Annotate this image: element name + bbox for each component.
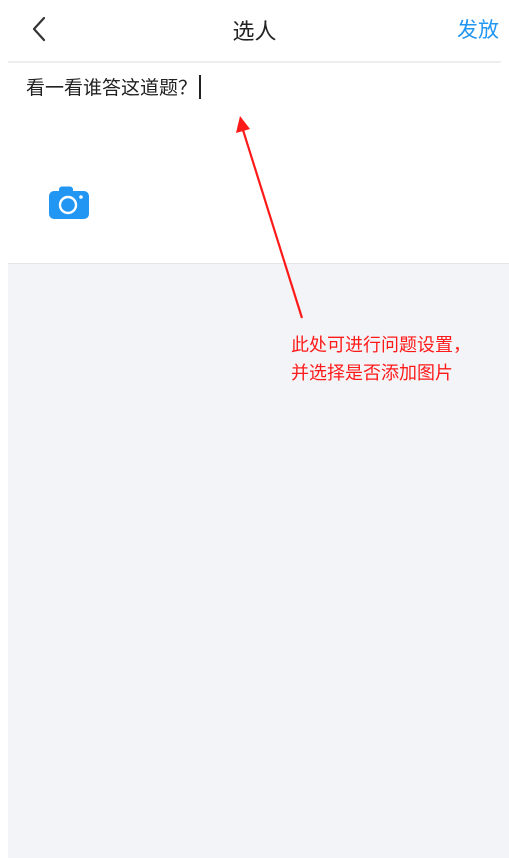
question-text: 看一看谁答这道题？ [26,77,198,99]
annotation-line-1: 此处可进行问题设置， [291,335,471,356]
camera-icon [49,186,89,219]
annotation-note: 此处可进行问题设置， 并选择是否添加图片 [291,332,471,388]
publish-button[interactable]: 发放 [457,14,499,44]
page-title: 选人 [232,20,277,45]
top-bar: 选人 发放 [0,0,509,60]
question-editor: 看一看谁答这道题？ [0,63,509,263]
add-image-button[interactable] [48,186,90,220]
question-input[interactable]: 看一看谁答这道题？ [26,73,201,100]
text-cursor [199,74,201,99]
annotation-line-2: 并选择是否添加图片 [291,363,453,384]
